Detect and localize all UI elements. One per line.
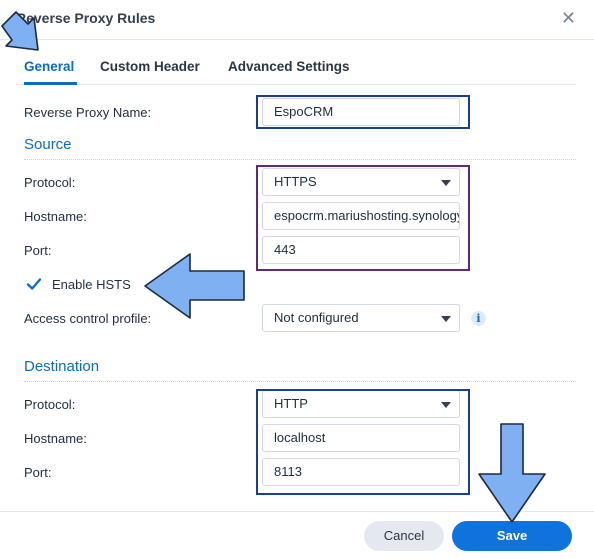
- chevron-down-icon: [441, 316, 451, 322]
- source-divider: [24, 159, 576, 160]
- cancel-button[interactable]: Cancel: [364, 521, 444, 551]
- info-icon[interactable]: i: [471, 311, 486, 326]
- hsts-label[interactable]: Enable HSTS: [52, 277, 131, 292]
- source-hostname-label: Hostname:: [24, 209, 87, 224]
- reverse-proxy-dialog: Reverse Proxy Rules ✕ General Custom Hea…: [0, 0, 594, 559]
- footer-divider: [0, 511, 594, 512]
- name-highlight-box: [256, 95, 470, 129]
- dialog-title: Reverse Proxy Rules: [16, 10, 156, 26]
- destination-highlight-box: [256, 389, 470, 495]
- source-port-label: Port:: [24, 243, 52, 258]
- close-icon[interactable]: ✕: [561, 8, 576, 29]
- header-divider: [0, 39, 594, 40]
- active-tab-indicator: [24, 82, 77, 85]
- arrow-to-hsts: [144, 253, 245, 319]
- acl-select[interactable]: Not configured: [262, 304, 460, 332]
- acl-label: Access control profile:: [24, 311, 152, 326]
- hsts-checkbox[interactable]: [26, 276, 42, 292]
- dest-hostname-label: Hostname:: [24, 431, 87, 446]
- tab-advanced-settings[interactable]: Advanced Settings: [228, 59, 350, 74]
- tabs-divider: [16, 84, 576, 85]
- proxy-name-label: Reverse Proxy Name:: [24, 105, 152, 120]
- save-button[interactable]: Save: [452, 521, 572, 551]
- source-heading: Source: [24, 136, 72, 153]
- checkmark-icon: [26, 278, 42, 290]
- destination-heading: Destination: [24, 358, 100, 375]
- tab-general[interactable]: General: [24, 59, 74, 74]
- source-highlight-box: [256, 165, 470, 271]
- dest-port-label: Port:: [24, 465, 52, 480]
- tab-custom-header[interactable]: Custom Header: [100, 59, 200, 74]
- source-protocol-label: Protocol:: [24, 175, 76, 190]
- destination-divider: [24, 381, 576, 382]
- arrow-to-save: [478, 423, 546, 523]
- acl-value: Not configured: [274, 310, 359, 325]
- dest-protocol-label: Protocol:: [24, 397, 76, 412]
